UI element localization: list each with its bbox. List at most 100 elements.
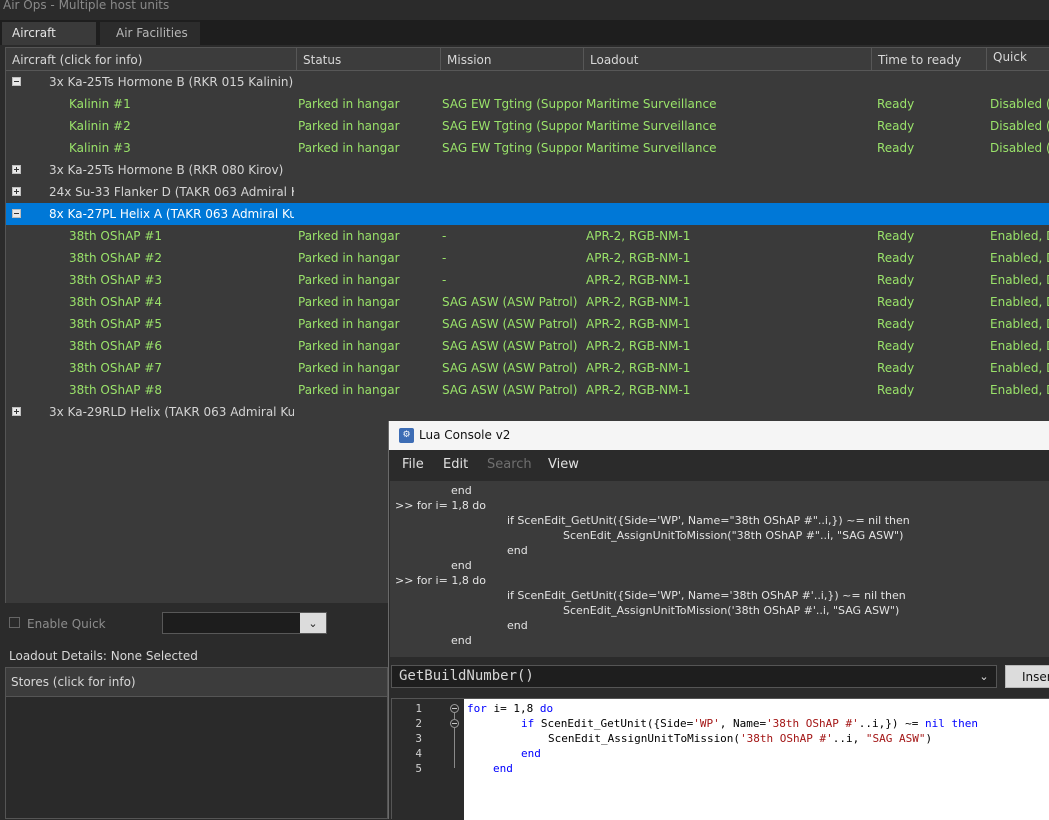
aircraft-name: 38th OShAP #6 xyxy=(69,339,163,353)
aircraft-row[interactable]: 38th OShAP #2 Parked in hangar - APR-2, RGB… xyxy=(6,247,1049,269)
cell-time-to-ready: Ready xyxy=(877,119,915,133)
column-header-loadout[interactable]: Loadout xyxy=(584,48,872,70)
cell-status: Parked in hangar xyxy=(298,317,400,331)
group-name: 3x Ka-25Ts Hormone B (RKR 080 Kirov) xyxy=(49,163,284,177)
line-number: 2 xyxy=(415,717,422,730)
aircraft-row[interactable]: 38th OShAP #8 Parked in hangar SAG ASW (AS… xyxy=(6,379,1049,401)
code-line-4: end xyxy=(521,747,541,760)
window-title: Air Ops - Multiple host units xyxy=(3,0,170,12)
code-token: do xyxy=(539,702,554,715)
cell-loadout: APR-2, RGB-NM-1 xyxy=(586,251,691,265)
expand-plus-icon[interactable] xyxy=(12,407,21,416)
cell-loadout: Maritime Surveillance xyxy=(586,119,717,133)
line-number: 3 xyxy=(415,732,422,745)
cell-loadout: APR-2, RGB-NM-1 xyxy=(586,295,691,309)
code-token: ) xyxy=(925,732,933,745)
cell-mission: SAG ASW (ASW Patrol) xyxy=(442,361,578,375)
cell-mission: SAG ASW (ASW Patrol) xyxy=(442,295,578,309)
cell-loadout: APR-2, RGB-NM-1 xyxy=(586,361,691,375)
cell-mission: SAG ASW (ASW Patrol) xyxy=(442,339,578,353)
fold-collapse-icon[interactable] xyxy=(450,704,459,713)
lua-output-pane[interactable]: end >> for i= 1,8 do if ScenEdit_GetUnit… xyxy=(390,481,1049,657)
expand-plus-icon[interactable] xyxy=(12,165,21,174)
aircraft-row[interactable]: Kalinin #3 Parked in hangar SAG EW Tgting … xyxy=(6,137,1049,159)
menu-search[interactable]: Search xyxy=(487,457,532,472)
collapse-minus-icon[interactable] xyxy=(12,77,21,86)
insert-button[interactable]: Inser xyxy=(1005,665,1049,688)
output-line: end xyxy=(451,484,472,497)
cell-status: Parked in hangar xyxy=(298,229,400,243)
tab-air-facilities[interactable]: Air Facilities xyxy=(100,22,200,45)
menu-view[interactable]: View xyxy=(548,457,579,472)
code-token: i= 1,8 xyxy=(486,702,540,715)
cell-loadout: APR-2, RGB-NM-1 xyxy=(586,229,691,243)
lua-console-title: Lua Console v2 xyxy=(419,428,511,442)
code-token: for xyxy=(467,702,487,715)
chevron-down-icon[interactable]: ⌄ xyxy=(976,670,992,684)
cell-mission: SAG ASW (ASW Patrol) xyxy=(442,317,578,331)
fold-guide xyxy=(454,728,455,768)
column-header-aircraft[interactable]: Aircraft (click for info) xyxy=(6,48,297,70)
code-line-2: if ScenEdit_GetUnit({Side='WP', Name='38… xyxy=(521,716,978,731)
aircraft-row[interactable]: 38th OShAP #4 Parked in hangar SAG ASW (AS… xyxy=(6,291,1049,313)
output-line: end xyxy=(451,634,472,647)
group-row[interactable]: 8x Ka-27PL Helix A (TAKR 063 Admiral Kuz… xyxy=(6,203,1049,225)
code-line-1: for i= 1,8 do xyxy=(467,701,553,716)
output-line: >> for i= 1,8 do xyxy=(395,574,487,587)
lua-menubar: File Edit Search View xyxy=(389,450,1049,480)
cell-mission: SAG ASW (ASW Patrol) xyxy=(442,383,578,397)
aircraft-row[interactable]: 38th OShAP #7 Parked in hangar SAG ASW (AS… xyxy=(6,357,1049,379)
group-row[interactable]: 3x Ka-25Ts Hormone B (RKR 080 Kirov) xyxy=(6,159,1049,181)
command-history-value: GetBuildNumber() xyxy=(399,668,534,684)
cell-time-to-ready: Ready xyxy=(877,251,915,265)
quick-select-dropdown[interactable]: ⌄ xyxy=(162,612,327,634)
group-row[interactable]: 24x Su-33 Flanker D (TAKR 063 Admiral Ku… xyxy=(6,181,1049,203)
aircraft-row[interactable]: 38th OShAP #5 Parked in hangar SAG ASW (AS… xyxy=(6,313,1049,335)
column-header-quick[interactable]: Quick xyxy=(987,48,1049,70)
cell-quick: Enabled, Da xyxy=(990,295,1049,309)
group-row[interactable]: 3x Ka-25Ts Hormone B (RKR 015 Kalinin) xyxy=(6,71,1049,93)
expand-plus-icon[interactable] xyxy=(12,187,21,196)
menu-edit[interactable]: Edit xyxy=(443,457,468,472)
code-area[interactable]: for i= 1,8 do if ScenEdit_GetUnit({Side=… xyxy=(464,699,1049,820)
cell-quick: Enabled, Da xyxy=(990,339,1049,353)
cell-time-to-ready: Ready xyxy=(877,361,915,375)
lua-code-editor[interactable]: 1 2 3 4 5 for i= 1,8 do if ScenEdit_GetU… xyxy=(391,698,1049,820)
menu-file[interactable]: File xyxy=(402,457,424,472)
tab-aircraft-status[interactable]: Aircraft Status xyxy=(2,22,96,62)
cell-time-to-ready: Ready xyxy=(877,141,915,155)
column-header-status[interactable]: Status xyxy=(297,48,441,70)
collapse-minus-icon[interactable] xyxy=(12,209,21,218)
aircraft-row[interactable]: 38th OShAP #3 Parked in hangar - APR-2, RGB… xyxy=(6,269,1049,291)
fold-collapse-icon[interactable] xyxy=(450,719,459,728)
stores-header[interactable]: Stores (click for info) xyxy=(6,668,387,697)
cell-status: Parked in hangar xyxy=(298,339,400,353)
aircraft-row[interactable]: Kalinin #2 Parked in hangar SAG EW Tgting … xyxy=(6,115,1049,137)
column-header-time-to-ready[interactable]: Time to ready xyxy=(872,48,987,70)
aircraft-row[interactable]: 38th OShAP #1 Parked in hangar - APR-2, RGB… xyxy=(6,225,1049,247)
cell-status: Parked in hangar xyxy=(298,273,400,287)
cell-status: Parked in hangar xyxy=(298,141,400,155)
output-line: end xyxy=(507,619,528,632)
aircraft-row[interactable]: 38th OShAP #6 Parked in hangar SAG ASW (AS… xyxy=(6,335,1049,357)
cell-loadout: APR-2, RGB-NM-1 xyxy=(586,273,691,287)
group-row[interactable]: 3x Ka-29RLD Helix (TAKR 063 Admiral Kuzn… xyxy=(6,401,1049,423)
code-token: '38th OShAP #' xyxy=(740,732,833,745)
aircraft-name: 38th OShAP #2 xyxy=(69,251,163,265)
command-history-combo[interactable]: GetBuildNumber() ⌄ xyxy=(391,665,997,688)
column-header-mission[interactable]: Mission xyxy=(441,48,584,70)
cell-loadout: APR-2, RGB-NM-1 xyxy=(586,317,691,331)
cell-status: Parked in hangar xyxy=(298,295,400,309)
enable-quick-checkbox[interactable] xyxy=(9,617,20,628)
cell-mission: - xyxy=(442,229,447,243)
lua-console-window: ⚙ Lua Console v2 File Edit Search View e… xyxy=(388,421,1049,820)
cell-quick: Enabled, Da xyxy=(990,229,1049,243)
output-line: >> for i= 1,8 do xyxy=(395,499,487,512)
aircraft-name: 38th OShAP #3 xyxy=(69,273,163,287)
lua-console-titlebar: ⚙ Lua Console v2 xyxy=(389,421,1049,450)
aircraft-row[interactable]: Kalinin #1 Parked in hangar SAG EW Tgting … xyxy=(6,93,1049,115)
cell-quick: Enabled, Da xyxy=(990,273,1049,287)
cell-time-to-ready: Ready xyxy=(877,97,915,111)
enable-quick-label: Enable Quick xyxy=(27,617,106,631)
code-token: ScenEdit_AssignUnitToMission( xyxy=(548,732,741,745)
